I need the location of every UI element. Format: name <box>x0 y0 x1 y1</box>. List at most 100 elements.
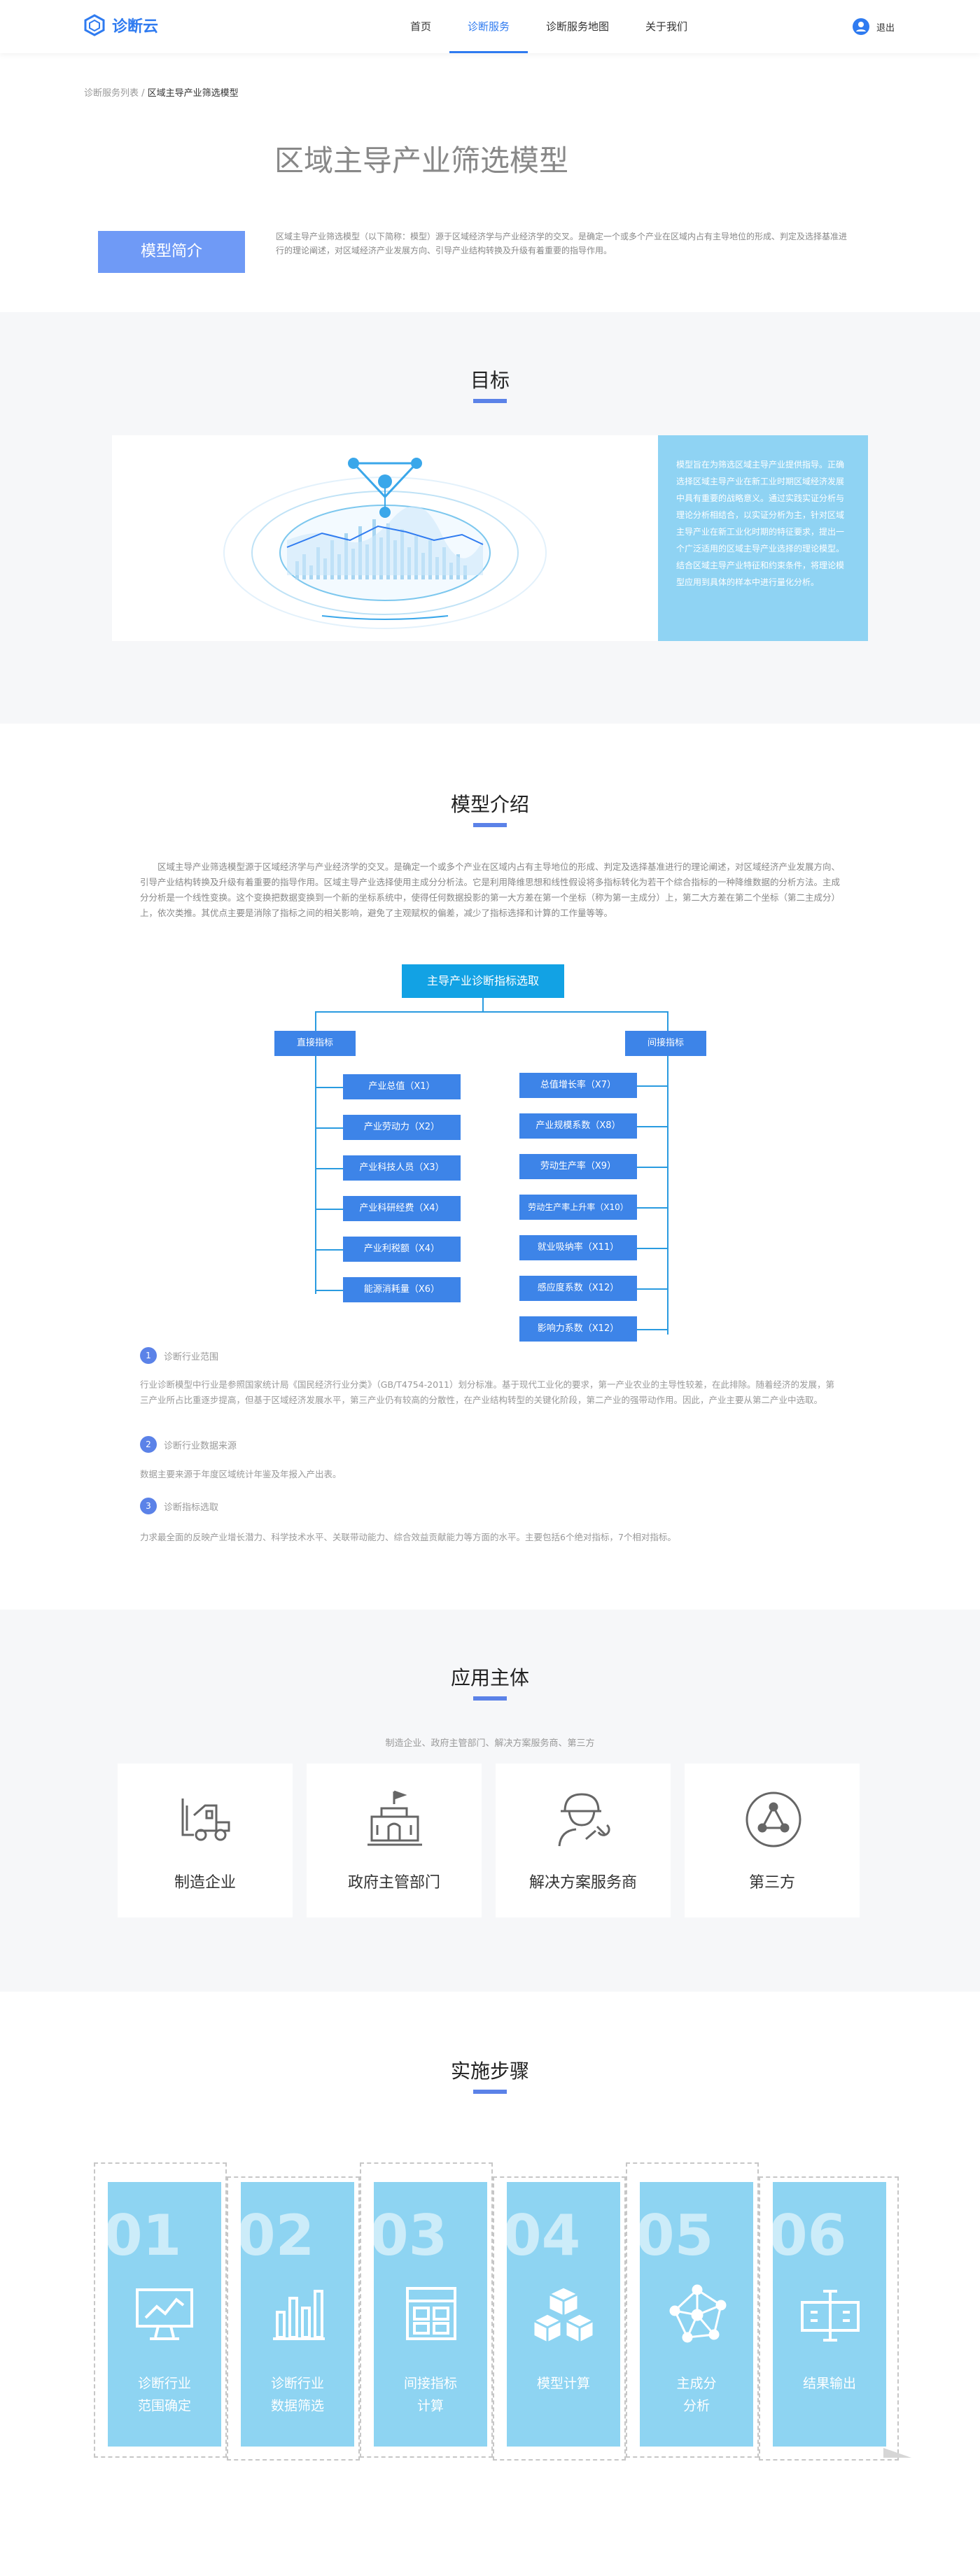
indirect-indicator-head: 间接指标 <box>625 1031 706 1056</box>
direct-indicator-head: 直接指标 <box>274 1031 356 1056</box>
model-paragraph: 区域主导产业筛选模型源于区域经济学与产业经济学的交叉。是确定一个或多个产业在区域… <box>140 861 841 918</box>
intro-text: 区域主导产业筛选模型（以下简称：模型）源于区域经济学与产业经济学的交叉。是确定一… <box>276 232 848 255</box>
model-item-heading: 3 诊断指标选取 <box>140 1498 218 1514</box>
app-card-government[interactable]: 政府主管部门 <box>307 1764 482 1917</box>
logo[interactable]: 诊断云 <box>84 14 158 36</box>
direct-indicator-item: 产业科研经费（X4） <box>343 1196 461 1221</box>
nav-diagnosis-service[interactable]: 诊断服务 <box>449 0 528 53</box>
model-item-text: 行业诊断模型中行业是参照国家统计局《国民经济行业分类》（GB/T4754-201… <box>140 1379 834 1405</box>
nav-service-map[interactable]: 诊断服务地图 <box>528 0 627 53</box>
direct-indicator-item: 产业总值（X1） <box>343 1074 461 1099</box>
end-arrow-icon <box>883 2448 911 2458</box>
indirect-indicator-item: 劳动生产率（X9） <box>519 1154 637 1179</box>
step-number: 06 <box>773 2203 847 2268</box>
network-icon <box>669 2284 727 2343</box>
tree-connector <box>637 1167 668 1168</box>
model-intro-button[interactable]: 模型简介 <box>98 231 245 273</box>
steps-title: 实施步骤 <box>450 2060 529 2083</box>
top-header: 诊断云 首页 诊断服务 诊断服务地图 关于我们 退出 <box>0 0 980 53</box>
tree-connector <box>482 998 484 1012</box>
tree-connector <box>637 1207 668 1209</box>
step-label: 结果输出 <box>802 2376 856 2391</box>
tree-connector <box>315 1168 343 1169</box>
step-number: 04 <box>507 2203 581 2268</box>
tree-connector <box>667 1011 668 1031</box>
title-underline <box>473 823 507 827</box>
app-card-label: 第三方 <box>748 1874 795 1892</box>
indirect-indicator-item: 总值增长率（X7） <box>519 1073 637 1098</box>
model-item-heading: 2 诊断行业数据来源 <box>140 1436 237 1453</box>
tree-connector <box>667 1056 668 1335</box>
step-card[interactable]: 03 间接指标 计算 <box>374 2182 487 2447</box>
model-item-title: 诊断行业数据来源 <box>164 1440 237 1451</box>
step-label: 模型计算 <box>536 2376 590 2391</box>
direct-indicator-item: 产业科技人员（X3） <box>343 1155 461 1181</box>
step-label: 主成分 分析 <box>676 2376 717 2414</box>
model-item-text: 数据主要来源于年度区域统计年鉴及年报入产出表。 <box>140 1469 342 1479</box>
model-item-text: 力求最全面的反映产业增长潜力、科学技术水平、关联带动能力、综合效益贡献能力等方面… <box>140 1532 676 1542</box>
app-card-third-party[interactable]: 第三方 <box>685 1764 860 1917</box>
app-card-solution-provider[interactable]: 解决方案服务商 <box>496 1764 671 1917</box>
step-number-badge: 1 <box>140 1347 157 1364</box>
goal-title: 目标 <box>470 369 510 392</box>
tree-connector <box>315 1087 343 1088</box>
step-card[interactable]: 06 结果输出 <box>773 2182 886 2447</box>
nav-about[interactable]: 关于我们 <box>627 0 706 53</box>
step-card[interactable]: 02 诊断行业 数据筛选 <box>241 2182 354 2447</box>
step-label: 间接指标 计算 <box>403 2376 457 2414</box>
tree-connector <box>315 1127 343 1129</box>
step-number-badge: 2 <box>140 1436 157 1453</box>
model-item-title: 诊断行业范围 <box>164 1351 219 1363</box>
user-avatar-icon <box>853 18 869 35</box>
step-number: 05 <box>640 2203 714 2268</box>
tree-connector <box>315 1011 668 1013</box>
main-nav: 首页 诊断服务 诊断服务地图 关于我们 <box>392 0 706 53</box>
indirect-indicator-item: 影响力系数（X12） <box>519 1316 637 1342</box>
direct-indicator-item: 能源消耗量（X6） <box>343 1277 461 1302</box>
tree-connector <box>315 1011 316 1031</box>
application-subtitle: 制造企业、政府主管部门、解决方案服务商、第三方 <box>385 1738 595 1749</box>
step-number-badge: 3 <box>140 1498 157 1514</box>
page-title: 区域主导产业筛选模型 <box>274 143 569 178</box>
app-card-manufacturer[interactable]: 制造企业 <box>118 1764 293 1917</box>
logo-icon <box>84 14 105 36</box>
breadcrumb-parent[interactable]: 诊断服务列表 <box>84 88 139 99</box>
third-party-icon <box>746 1792 802 1847</box>
step-number: 03 <box>374 2203 448 2268</box>
cubes-icon <box>531 2286 596 2345</box>
goal-description: 模型旨在为筛选区域主导产业提供指导。正确选择区域主导产业在新工业时期区域经济发展… <box>658 435 868 641</box>
app-card-label: 制造企业 <box>174 1874 236 1892</box>
tree-connector <box>315 1056 316 1294</box>
bar-chart-icon <box>273 2290 325 2340</box>
application-title: 应用主体 <box>450 1666 529 1689</box>
tree-connector <box>637 1288 668 1290</box>
calculator-icon <box>406 2287 456 2340</box>
tree-connector <box>315 1249 343 1251</box>
step-card[interactable]: 04 模型计算 <box>507 2182 620 2447</box>
indirect-indicator-item: 感应度系数（X12） <box>519 1276 637 1301</box>
breadcrumb-separator: / <box>141 88 148 99</box>
step-card[interactable]: 01 诊断行业 范围确定 <box>108 2182 221 2447</box>
user-menu[interactable]: 退出 <box>853 18 895 35</box>
indirect-indicator-item: 就业吸纳率（X11） <box>519 1235 637 1260</box>
breadcrumb: 诊断服务列表 / 区域主导产业筛选模型 <box>84 85 239 99</box>
forklift-icon <box>181 1799 230 1841</box>
direct-indicator-item: 产业劳动力（X2） <box>343 1115 461 1140</box>
data-analysis-illustration <box>223 458 547 629</box>
step-number: 01 <box>108 2203 182 2268</box>
logo-text: 诊断云 <box>112 18 159 36</box>
goal-illustration <box>112 435 658 641</box>
title-underline <box>473 399 507 403</box>
direct-indicator-item: 产业利税额（X4） <box>343 1237 461 1262</box>
logout-link[interactable]: 退出 <box>876 20 895 34</box>
nav-home[interactable]: 首页 <box>392 0 449 53</box>
model-title: 模型介绍 <box>450 793 529 816</box>
tree-connector <box>637 1329 668 1330</box>
step-label: 诊断行业 数据筛选 <box>270 2376 324 2414</box>
step-card[interactable]: 05 主成分 分析 <box>640 2182 753 2447</box>
tree-connector <box>637 1085 668 1087</box>
step-label: 诊断行业 范围确定 <box>137 2376 191 2414</box>
model-item-heading: 1 诊断行业范围 <box>140 1347 218 1364</box>
indirect-indicator-item: 产业规模系数（X8） <box>519 1113 637 1139</box>
service-provider-icon <box>558 1793 610 1847</box>
